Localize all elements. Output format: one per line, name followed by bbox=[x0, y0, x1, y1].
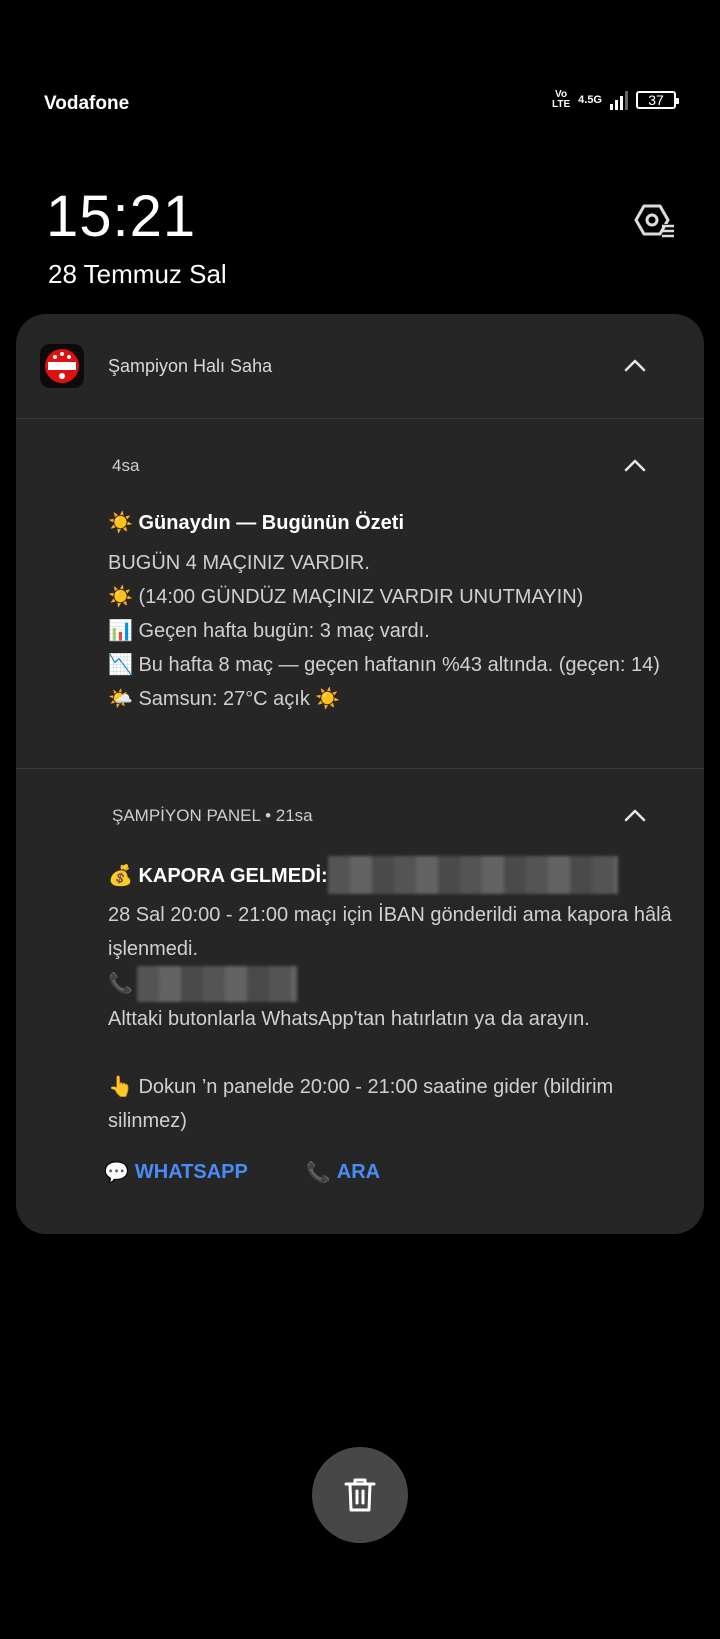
battery-level: 37 bbox=[648, 92, 664, 108]
lockscreen-date: 28 Temmuz Sal bbox=[48, 259, 227, 289]
body-line: 🌤️ Samsun: 27°C açık ☀️ bbox=[108, 688, 341, 710]
app-name: Şampiyon Halı Saha bbox=[108, 356, 273, 376]
notification-body: 28 Sal 20:00 - 21:00 maçı için İBAN gönd… bbox=[108, 898, 678, 1138]
notification-morning-summary[interactable]: 4sa ☀️ Günaydın — Bugünün Özeti BUGÜN 4 … bbox=[16, 418, 704, 769]
body-line: 👆 Dokun ’n panelde 20:00 - 21:00 saatine… bbox=[108, 1076, 614, 1132]
whatsapp-action-button[interactable]: 💬 WHATSAPP bbox=[104, 1160, 248, 1185]
phone-line: 📞 bbox=[108, 966, 678, 1002]
notification-card[interactable]: Şampiyon Halı Saha 4sa ☀️ Günaydın — Bug… bbox=[16, 314, 704, 1234]
speech-bubble-icon: 💬 bbox=[104, 1162, 129, 1184]
redacted-phone-blur bbox=[136, 966, 297, 1002]
redacted-name-blur bbox=[327, 856, 618, 894]
notification-title: ☀️ Günaydın — Bugünün Özeti bbox=[108, 512, 404, 534]
body-line: 📊 Geçen hafta bugün: 3 maç vardı. bbox=[108, 620, 430, 642]
volte-icon: Vo LTE bbox=[552, 90, 570, 110]
call-action-label: ARA bbox=[336, 1161, 381, 1183]
call-action-button[interactable]: 📞 ARA bbox=[306, 1160, 380, 1185]
carrier-name: Vodafone bbox=[44, 93, 130, 114]
notification-settings-icon[interactable] bbox=[630, 200, 676, 244]
trash-icon bbox=[344, 1478, 376, 1512]
body-line: 📉 Bu hafta 8 maç — geçen haftanın %43 al… bbox=[108, 654, 660, 676]
notification-title-text: 💰 KAPORA GELMEDİ: bbox=[108, 864, 328, 887]
system-status-icons: Vo LTE 4.5G 37 bbox=[552, 90, 679, 110]
lockscreen-time: 15:21 bbox=[46, 184, 197, 249]
body-line: ☀️ (14:00 GÜNDÜZ MAÇINIZ VARDIR UNUTMAYI… bbox=[108, 586, 584, 608]
body-line: Alttaki butonlarla WhatsApp'tan hatırlat… bbox=[108, 1008, 590, 1030]
separator-dot: • bbox=[265, 806, 276, 825]
body-line bbox=[108, 1036, 678, 1070]
notification-time: 4sa bbox=[112, 456, 140, 475]
collapse-notification-chevron-up-icon[interactable] bbox=[624, 808, 646, 822]
notification-source-time: ŞAMPİYON PANEL • 21sa bbox=[112, 806, 313, 826]
phone-icon: 📞 bbox=[108, 973, 133, 995]
notification-title: 💰 KAPORA GELMEDİ: bbox=[108, 856, 618, 894]
notification-app-header[interactable]: Şampiyon Halı Saha bbox=[16, 314, 704, 419]
notification-actions: 💬 WHATSAPP 📞 ARA bbox=[104, 1160, 380, 1185]
clear-all-button[interactable] bbox=[312, 1447, 408, 1543]
signal-strength-icon bbox=[610, 90, 628, 110]
body-line: BUGÜN 4 MAÇINIZ VARDIR. bbox=[108, 552, 370, 574]
battery-icon: 37 bbox=[636, 91, 679, 109]
notification-deposit-missing[interactable]: ŞAMPİYON PANEL • 21sa 💰 KAPORA GELMEDİ: … bbox=[16, 768, 704, 1234]
collapse-group-chevron-up-icon[interactable] bbox=[624, 358, 646, 372]
notification-time: 21sa bbox=[275, 806, 313, 825]
notification-body: BUGÜN 4 MAÇINIZ VARDIR. ☀️ (14:00 GÜNDÜZ… bbox=[108, 546, 668, 716]
phone-icon: 📞 bbox=[305, 1162, 331, 1184]
volte-bottom-label: LTE bbox=[551, 99, 571, 110]
body-line: 28 Sal 20:00 - 21:00 maçı için İBAN gönd… bbox=[108, 904, 672, 960]
app-logo-icon bbox=[40, 344, 84, 388]
notification-source: ŞAMPİYON PANEL bbox=[112, 806, 261, 825]
collapse-notification-chevron-up-icon[interactable] bbox=[624, 458, 646, 472]
network-type-label: 4.5G bbox=[578, 93, 602, 106]
whatsapp-action-label: WHATSAPP bbox=[134, 1161, 248, 1183]
